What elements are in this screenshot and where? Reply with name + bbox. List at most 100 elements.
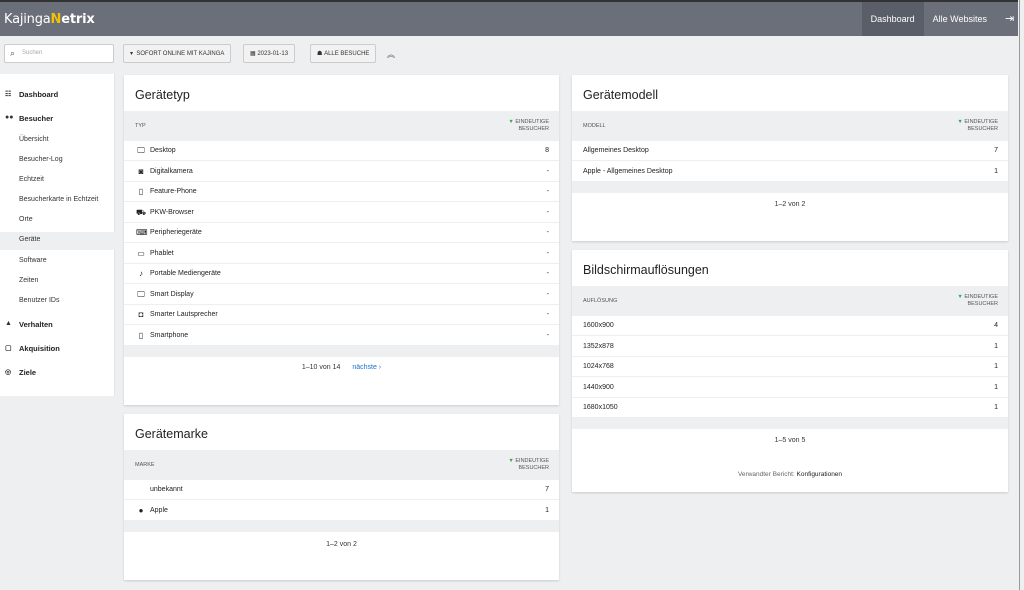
row-label: Smarter Lautsprecher bbox=[150, 311, 218, 318]
row-value: - bbox=[546, 249, 549, 257]
logo[interactable]: KajingaNetrix bbox=[4, 12, 95, 27]
speaker-icon: ◘ bbox=[138, 310, 144, 319]
apple-icon: ● bbox=[138, 505, 144, 515]
column-header-typ[interactable]: TYP bbox=[135, 123, 146, 129]
logout-icon[interactable]: ⇥ bbox=[996, 2, 1018, 36]
column-header-modell[interactable]: MODELL bbox=[583, 123, 606, 129]
table-row[interactable]: Apple - Allgemeines Desktop 1 bbox=[572, 162, 1008, 182]
next-page-link[interactable]: nächste › bbox=[352, 364, 381, 371]
column-header-marke[interactable]: MARKE bbox=[135, 462, 155, 468]
music-icon: ♪ bbox=[139, 269, 143, 278]
row-label: Portable Mediengeräte bbox=[150, 270, 221, 277]
row-value: 1 bbox=[545, 506, 549, 514]
collapse-icon[interactable]: ︽ bbox=[387, 49, 395, 60]
pagination-info: 1–5 von 5 bbox=[774, 437, 806, 444]
camera-icon: ◙ bbox=[138, 166, 144, 176]
row-value: - bbox=[546, 290, 549, 298]
column-header-besucher[interactable]: ▼ EINDEUTIGE BESUCHER bbox=[508, 119, 549, 133]
grid-icon: ☷ bbox=[5, 91, 12, 98]
car-icon: ⛟ bbox=[136, 207, 147, 217]
sort-desc-icon: ▼ bbox=[957, 119, 963, 125]
table-row[interactable]: ◘ Smarter Lautsprecher - bbox=[124, 305, 559, 325]
desktop-icon: 🖵 bbox=[137, 146, 145, 155]
row-label: Phablet bbox=[150, 249, 174, 257]
table-footer bbox=[572, 182, 1008, 193]
column-header-besucher[interactable]: ▼ EINDEUTIGE BESUCHER bbox=[957, 119, 998, 133]
top-bar: KajingaNetrix Dashboard Alle Websites ⇥ bbox=[0, 0, 1018, 36]
pagination: 1–2 von 2 bbox=[572, 201, 1008, 208]
table-row[interactable]: Allgemeines Desktop 7 bbox=[572, 141, 1008, 161]
sidebar-item-zeiten[interactable]: Zeiten bbox=[0, 273, 115, 291]
table-footer bbox=[124, 346, 559, 357]
sidebar: ☷ Dashboard ●● Besucher Übersicht Besucher… bbox=[0, 74, 115, 396]
table-header: MARKE ▼ EINDEUTIGE BESUCHER bbox=[124, 450, 559, 480]
sidebar-item-uebersicht[interactable]: Übersicht bbox=[0, 132, 115, 150]
row-label: Smart Display bbox=[150, 290, 194, 298]
row-value: 8 bbox=[545, 147, 549, 154]
top-nav: Dashboard Alle Websites ⇥ bbox=[861, 2, 1018, 36]
table-row[interactable]: ▯ Feature-Phone - bbox=[124, 182, 559, 202]
sidebar-item-orte[interactable]: Orte bbox=[0, 212, 115, 230]
column-header-besucher[interactable]: ▼ EINDEUTIGE BESUCHER bbox=[508, 458, 549, 472]
nav-all-websites[interactable]: Alle Websites bbox=[924, 2, 996, 36]
search-icon: ⌕ bbox=[10, 48, 16, 58]
table-row[interactable]: ⛟ PKW-Browser - bbox=[124, 203, 559, 223]
calendar-icon: ▦ bbox=[250, 51, 256, 57]
row-value: 1 bbox=[994, 404, 998, 411]
card-title: Gerätemarke bbox=[135, 427, 208, 441]
pagination: 1–5 von 5 bbox=[572, 437, 1008, 444]
card-geraetemodell: Gerätemodell MODELL ▼ EINDEUTIGE BESUCHER… bbox=[572, 75, 1008, 241]
search-input[interactable]: ⌕ Suchen bbox=[4, 44, 114, 63]
card-geraetetyp: Gerätetyp TYP ▼ EINDEUTIGE BESUCHER 🖵 Desk… bbox=[124, 75, 559, 405]
row-label: 1352x878 bbox=[583, 342, 614, 350]
phablet-icon: ▭ bbox=[137, 248, 145, 258]
sidebar-item-software[interactable]: Software bbox=[0, 253, 115, 271]
table-row[interactable]: ◙ Digitalkamera - bbox=[124, 162, 559, 182]
card-geraetemarke: Gerätemarke MARKE ▼ EINDEUTIGE BESUCHER u… bbox=[124, 414, 559, 580]
related-report-link[interactable]: Konfigurationen bbox=[797, 471, 843, 478]
sort-desc-icon: ▼ bbox=[508, 458, 514, 464]
column-header-aufloesung[interactable]: AUFLÖSUNG bbox=[583, 298, 617, 304]
table-row[interactable]: ♪ Portable Mediengeräte - bbox=[124, 264, 559, 284]
table-row[interactable]: 1680x1050 1 bbox=[572, 398, 1008, 418]
pagination: 1–10 von 14 nächste › bbox=[124, 364, 559, 371]
target-icon: ◎ bbox=[5, 369, 12, 376]
sidebar-item-geraete[interactable]: Geräte bbox=[0, 232, 115, 250]
table-row[interactable]: 1440x900 1 bbox=[572, 378, 1008, 398]
sidebar-item-echtzeit[interactable]: Echtzeit bbox=[0, 172, 115, 190]
table-row[interactable]: unbekannt 7 bbox=[124, 480, 559, 500]
smartphone-icon: ▯ bbox=[138, 330, 144, 340]
date-label: 2023-01-13 bbox=[257, 51, 289, 57]
column-header-besucher[interactable]: ▼ EINDEUTIGE BESUCHER bbox=[957, 294, 998, 308]
row-label: Apple bbox=[150, 506, 168, 514]
segment-selector-button[interactable]: ☗ ALLE BESUCHE bbox=[310, 44, 377, 63]
row-value: - bbox=[546, 208, 549, 216]
pagination-info: 1–2 von 2 bbox=[326, 541, 357, 548]
logo-text-left: Kajinga bbox=[4, 12, 51, 27]
sidebar-item-besucher-log[interactable]: Besucher-Log bbox=[0, 152, 115, 170]
sidebar-item-besucherkarte[interactable]: Besucherkarte in Echtzeit bbox=[0, 192, 115, 210]
table-row[interactable]: ● Apple 1 bbox=[124, 501, 559, 521]
card-aufloesungen: Bildschirmauflösungen AUFLÖSUNG ▼ EINDEU… bbox=[572, 250, 1008, 492]
row-label: 1440x900 bbox=[583, 383, 614, 391]
table-row[interactable]: ⌨ Peripheriegeräte - bbox=[124, 223, 559, 243]
table-row[interactable]: 1024x768 1 bbox=[572, 357, 1008, 377]
site-selector-button[interactable]: ▾ SOFORT ONLINE MIT KAJINGA bbox=[123, 44, 232, 63]
sidebar-item-benutzer-ids[interactable]: Benutzer IDs bbox=[0, 293, 115, 311]
pagination-info: 1–10 von 14 bbox=[301, 364, 341, 371]
table-footer bbox=[124, 521, 559, 532]
feature-phone-icon: ▯ bbox=[138, 187, 144, 196]
table-row[interactable]: ▯ Smartphone - bbox=[124, 326, 559, 346]
table-row[interactable]: 🖵 Smart Display - bbox=[124, 285, 559, 305]
peripheral-icon: ⌨ bbox=[136, 228, 148, 237]
related-report: Verwandter Bericht: Konfigurationen bbox=[737, 471, 843, 478]
date-selector-button[interactable]: ▦ 2023-01-13 bbox=[243, 44, 296, 63]
table-row[interactable]: 1352x878 1 bbox=[572, 337, 1008, 357]
table-row[interactable]: ▭ Phablet - bbox=[124, 244, 559, 264]
row-value: 1 bbox=[994, 363, 998, 370]
table-row[interactable]: 1600x900 4 bbox=[572, 316, 1008, 336]
nav-dashboard[interactable]: Dashboard bbox=[861, 2, 924, 36]
row-label: Smartphone bbox=[150, 331, 189, 339]
table-row[interactable]: 🖵 Desktop 8 bbox=[124, 141, 559, 161]
row-value: - bbox=[546, 311, 549, 318]
